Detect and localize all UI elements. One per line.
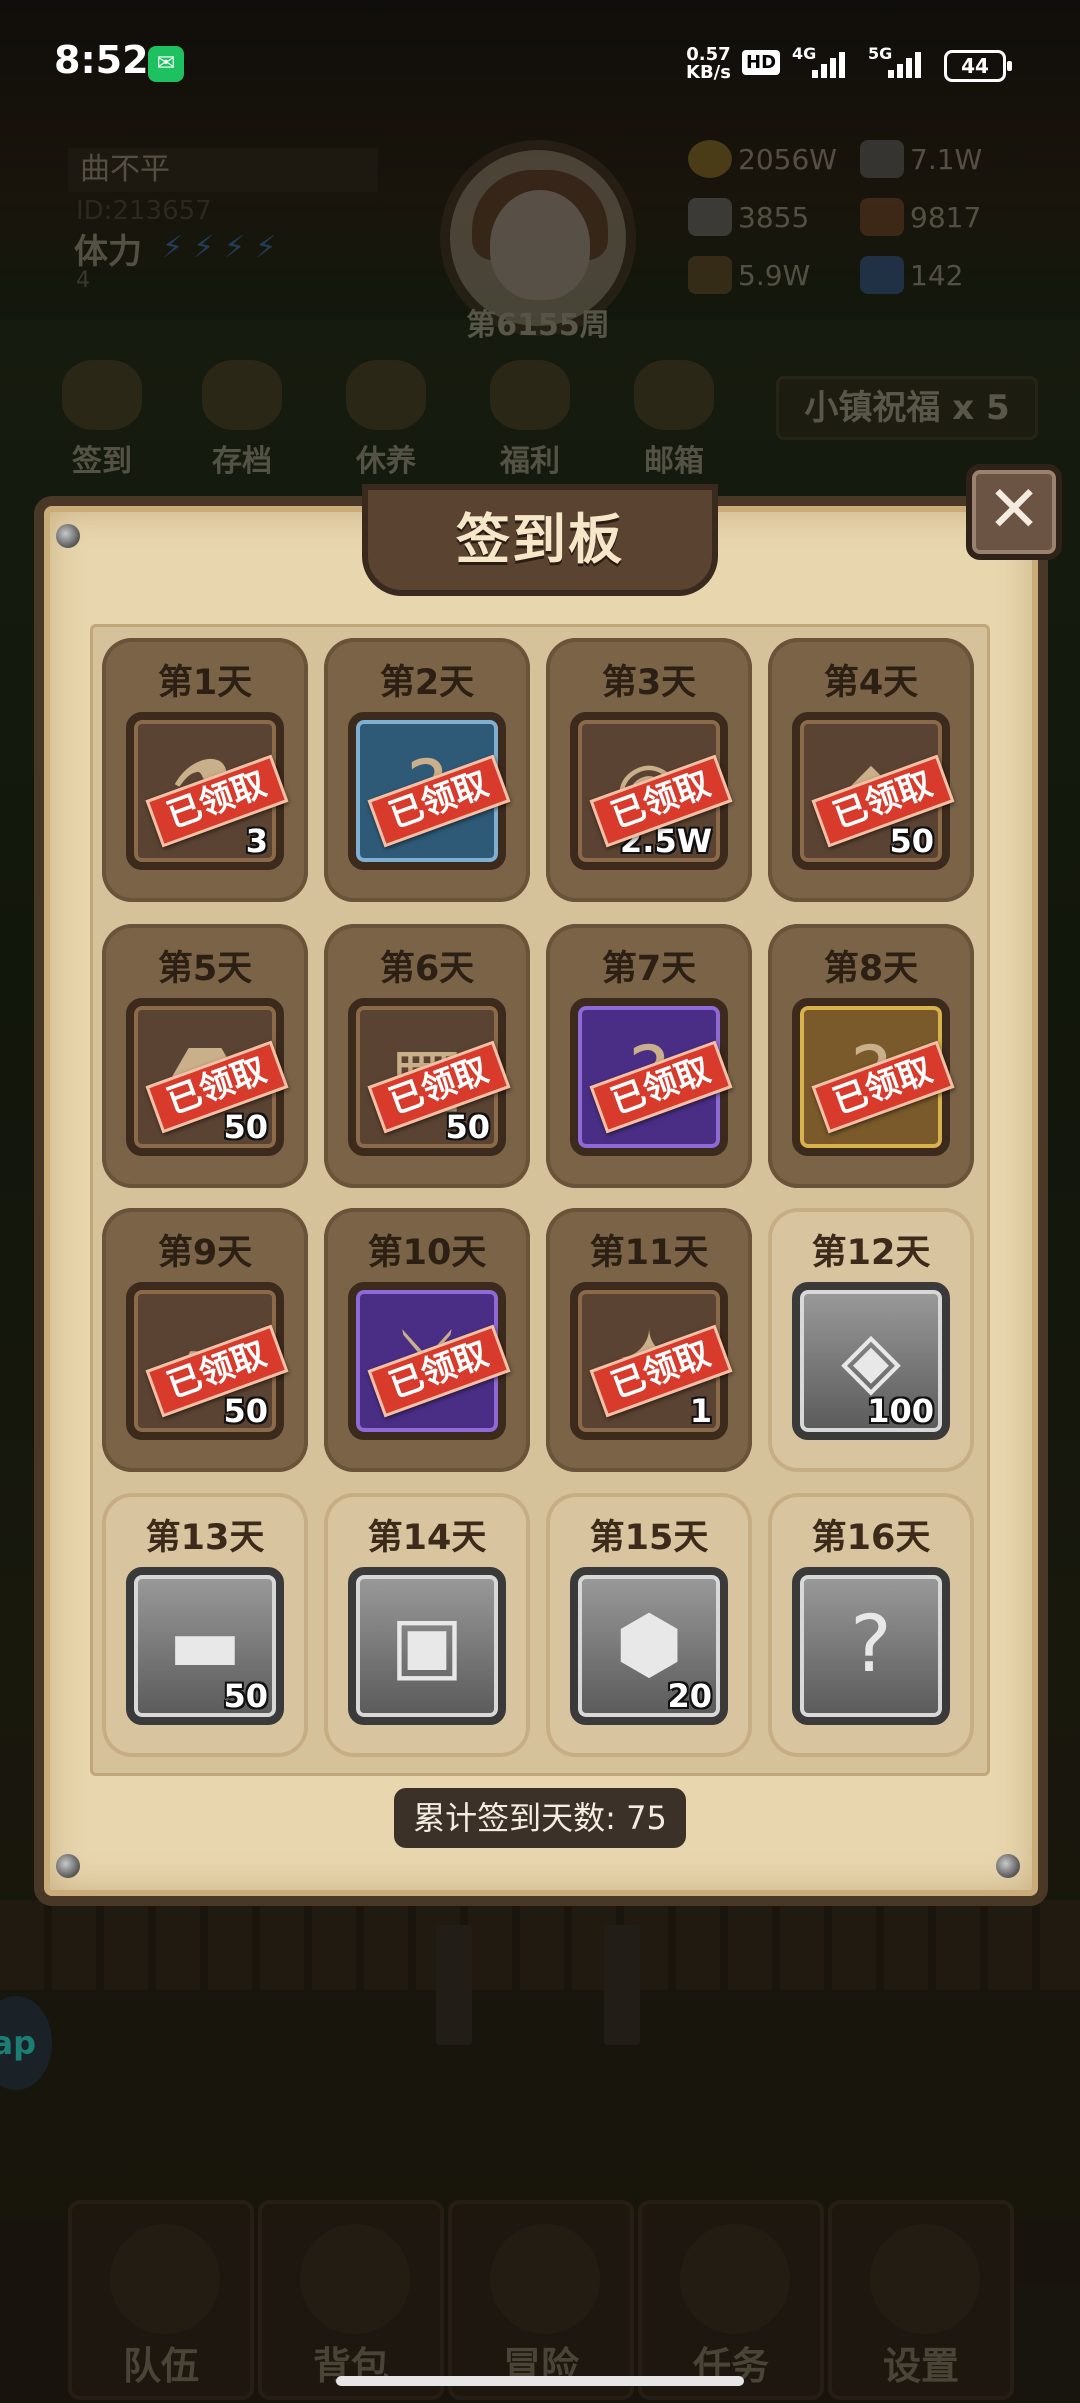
nail-icon bbox=[56, 524, 80, 548]
reward-quantity: 50 bbox=[223, 1392, 268, 1430]
reward-quantity: 50 bbox=[223, 1108, 268, 1146]
day-cell[interactable]: 第15天 ⬢ 20 bbox=[546, 1493, 752, 1757]
reward-item: ▣ bbox=[348, 1567, 506, 1725]
board-title-plate: 签到板 bbox=[362, 484, 718, 596]
reward-item: ▦50已领取 bbox=[348, 998, 511, 1156]
total-signin-days: 累计签到天数: 75 bbox=[394, 1788, 686, 1848]
day-label: 第5天 bbox=[157, 949, 253, 989]
reward-item: ⚗3已领取 bbox=[126, 712, 289, 870]
clock: 8:52 bbox=[54, 38, 149, 82]
reward-quantity: 50 bbox=[889, 822, 934, 860]
backpack-icon: ▣ bbox=[390, 1600, 464, 1690]
signal-bars-icon bbox=[812, 52, 845, 78]
day-label: 第12天 bbox=[811, 1233, 931, 1273]
day-label: 第16天 bbox=[811, 1518, 931, 1558]
day-cell: 第3天 ◉2.5W已领取 bbox=[546, 638, 752, 902]
day-label: 第4天 bbox=[823, 663, 919, 703]
signal-bars-icon bbox=[888, 52, 921, 78]
reward-item: ▬ 50 bbox=[126, 1567, 284, 1725]
day-label: 第10天 bbox=[367, 1233, 487, 1273]
day-cell[interactable]: 第16天? bbox=[768, 1493, 974, 1757]
day-label: 第14天 bbox=[367, 1518, 487, 1558]
day-cell: 第4天 ◆50已领取 bbox=[768, 638, 974, 902]
board-title: 签到板 bbox=[456, 508, 624, 571]
close-button[interactable]: ✕ bbox=[966, 464, 1062, 560]
home-indicator[interactable] bbox=[336, 2376, 744, 2386]
reward-item: ?已领取 bbox=[570, 998, 733, 1156]
reward-item: ?已领取 bbox=[348, 712, 511, 870]
reward-quantity: 50 bbox=[445, 1108, 490, 1146]
reward-item: ◉2.5W已领取 bbox=[570, 712, 733, 870]
close-icon: ✕ bbox=[987, 473, 1041, 547]
day-cell: 第7天 ?已领取 bbox=[546, 924, 752, 1188]
hd-badge: HD bbox=[742, 50, 781, 75]
question-mark-icon: ? bbox=[850, 1600, 892, 1690]
wechat-icon: ✉ bbox=[148, 46, 184, 82]
reward-item: ✦1已领取 bbox=[570, 1282, 733, 1440]
nail-icon bbox=[996, 1854, 1020, 1878]
day-cell: 第1天 ⚗3已领取 bbox=[102, 638, 308, 902]
day-label: 第13天 bbox=[145, 1518, 265, 1558]
day-cell[interactable]: 第14天 ▣ bbox=[324, 1493, 530, 1757]
day-cell: 第8天 ?已领取 bbox=[768, 924, 974, 1188]
day-label: 第11天 bbox=[589, 1233, 709, 1273]
status-bar: 8:52 ✉ 0.57 KB/s HD 4G 5G 44 bbox=[0, 0, 1080, 100]
day-cell: 第2天 ?已领取 bbox=[324, 638, 530, 902]
day-cell: 第10天 ⚔已领取 bbox=[324, 1208, 530, 1472]
battery-icon: 44 bbox=[944, 50, 1012, 82]
reward-item: ⬣50已领取 bbox=[126, 998, 289, 1156]
reward-item: ◈ 100 bbox=[792, 1282, 950, 1440]
day-label: 第8天 bbox=[823, 949, 919, 989]
reward-item: ? bbox=[792, 1567, 950, 1725]
nail-icon bbox=[56, 1854, 80, 1878]
day-cell: 第11天 ✦1已领取 bbox=[546, 1208, 752, 1472]
reward-item: ⬢ 20 bbox=[570, 1567, 728, 1725]
reward-quantity: 100 bbox=[867, 1392, 934, 1430]
reward-item: ⚔已领取 bbox=[348, 1282, 511, 1440]
day-label: 第6天 bbox=[379, 949, 475, 989]
day-label: 第3天 bbox=[601, 663, 697, 703]
reward-quantity: 1 bbox=[689, 1392, 712, 1430]
reward-quantity: 50 bbox=[223, 1677, 268, 1715]
day-cell: 第6天 ▦50已领取 bbox=[324, 924, 530, 1188]
day-cell[interactable]: 第12天 ◈ 100 bbox=[768, 1208, 974, 1472]
day-cell: 第5天 ⬣50已领取 bbox=[102, 924, 308, 1188]
network-speed: 0.57 KB/s bbox=[686, 46, 731, 82]
day-label: 第15天 bbox=[589, 1518, 709, 1558]
day-label: 第9天 bbox=[157, 1233, 253, 1273]
day-cell[interactable]: 第13天 ▬ 50 bbox=[102, 1493, 308, 1757]
reward-quantity: 3 bbox=[245, 822, 268, 860]
day-label: 第7天 bbox=[601, 949, 697, 989]
day-label: 第2天 bbox=[379, 663, 475, 703]
day-label: 第1天 bbox=[157, 663, 253, 703]
net-speed-unit: KB/s bbox=[686, 62, 731, 83]
reward-quantity: 20 bbox=[667, 1677, 712, 1715]
day-cell: 第9天 ▰50已领取 bbox=[102, 1208, 308, 1472]
reward-item: ?已领取 bbox=[792, 998, 955, 1156]
reward-item: ▰50已领取 bbox=[126, 1282, 289, 1440]
reward-item: ◆50已领取 bbox=[792, 712, 955, 870]
